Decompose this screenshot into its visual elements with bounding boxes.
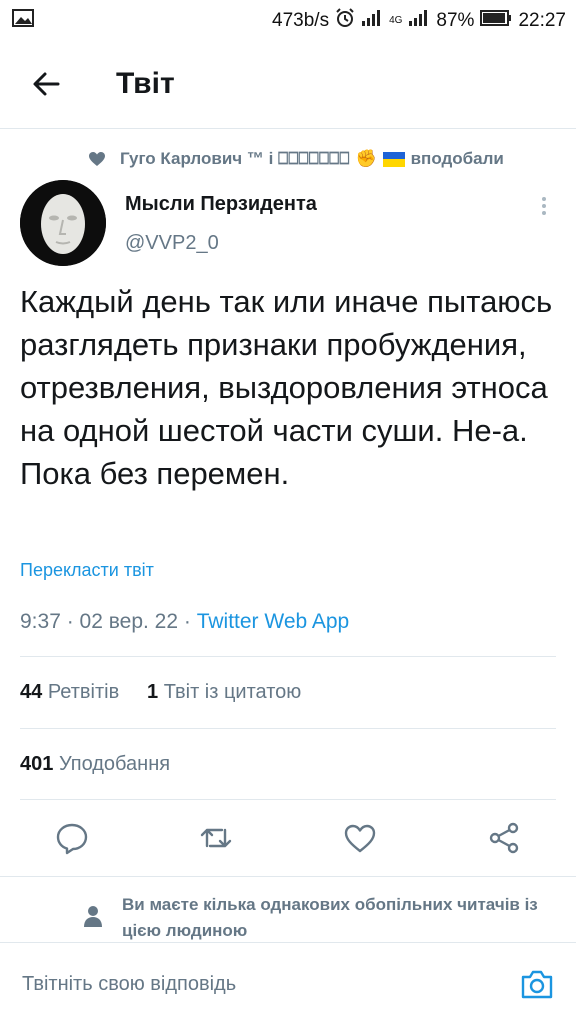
ukraine-flag-icon	[382, 151, 405, 167]
share-button[interactable]	[486, 820, 522, 856]
reply-input[interactable]: Твітніть свою відповідь	[22, 973, 236, 996]
divider	[0, 876, 576, 877]
likes-label: Уподобання	[58, 753, 171, 775]
camera-icon	[521, 970, 553, 999]
mutual-followers-text: Ви маєте кілька однакових обопільних чит…	[122, 895, 538, 940]
author-handle[interactable]: @VVP2_0	[125, 231, 219, 255]
network-type: 4G	[389, 15, 403, 26]
liked-by-names: Гуго Карлович ™ і ⎕⎕⎕⎕⎕⎕⎕	[120, 149, 350, 168]
reply-button[interactable]	[54, 820, 90, 856]
avatar[interactable]	[20, 180, 106, 266]
author-name[interactable]: Мысли Перзидента	[125, 192, 317, 216]
fist-emoji: ✊	[355, 149, 377, 168]
quotes-stat[interactable]: 1 Твіт із цитатою	[147, 681, 301, 703]
person-icon	[82, 904, 104, 933]
back-button[interactable]	[28, 66, 64, 102]
network-speed: 473b/s	[272, 10, 330, 31]
divider	[20, 656, 556, 657]
like-button[interactable]	[342, 820, 378, 856]
quotes-count: 1	[147, 681, 159, 703]
translate-tweet-link[interactable]: Перекласти твіт	[20, 560, 154, 581]
likes-count: 401	[20, 753, 54, 775]
divider	[20, 728, 556, 729]
heart-outline-icon	[344, 824, 376, 853]
more-options-button[interactable]	[532, 194, 556, 218]
arrow-left-icon	[33, 72, 60, 96]
tweet-source-link[interactable]: Twitter Web App	[197, 610, 350, 633]
battery-percent: 87%	[436, 10, 475, 31]
camera-button[interactable]	[520, 967, 554, 1001]
top-app-bar: Твіт	[0, 38, 576, 129]
liked-by-row[interactable]: Гуго Карлович ™ і ⎕⎕⎕⎕⎕⎕⎕ ✊ вподобали	[88, 147, 504, 171]
divider	[20, 799, 556, 800]
retweets-label: Ретвітів	[47, 681, 120, 703]
tweet-timestamp: 9:37 · 02 вер. 22 ·	[20, 610, 197, 633]
likes-stat[interactable]: 401 Уподобання	[20, 753, 170, 776]
clock: 22:27	[518, 10, 566, 31]
status-bar: 473b/s 4G 87% 22:27	[0, 0, 576, 38]
heart-icon	[88, 151, 106, 167]
retweets-count: 44	[20, 681, 43, 703]
reply-composer: Твітніть свою відповідь	[0, 942, 576, 1025]
tweet-meta: 9:37 · 02 вер. 22 · Twitter Web App	[20, 610, 349, 634]
retweet-button[interactable]	[198, 820, 234, 856]
signal-icon-2	[408, 9, 430, 33]
reply-icon	[56, 823, 88, 855]
signal-icon	[361, 9, 383, 33]
tweet-actions	[0, 812, 576, 864]
page-title: Твіт	[116, 67, 175, 100]
liked-by-suffix: вподобали	[410, 149, 504, 168]
alarm-icon	[335, 8, 355, 34]
battery-icon	[480, 10, 512, 32]
share-icon	[489, 822, 519, 854]
retweet-icon	[200, 828, 232, 848]
retweets-stat[interactable]: 44 Ретвітів	[20, 681, 119, 703]
retweet-stats: 44 Ретвітів 1 Твіт із цитатою	[20, 681, 301, 704]
image-icon	[12, 9, 34, 33]
quotes-label: Твіт із цитатою	[163, 681, 302, 703]
more-vertical-icon	[542, 197, 546, 215]
tweet-text: Каждый день так или иначе пытаюсь разгля…	[20, 284, 553, 491]
